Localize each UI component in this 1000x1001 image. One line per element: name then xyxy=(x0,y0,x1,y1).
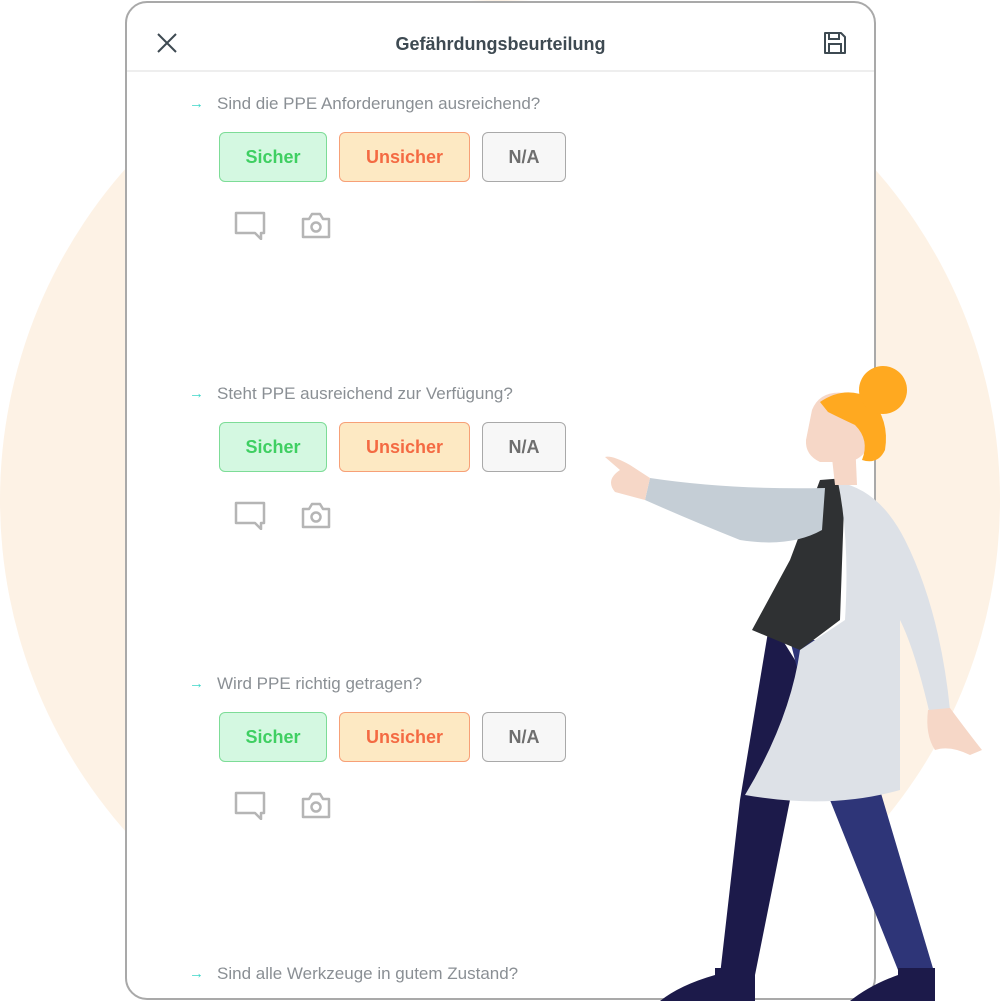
safe-button[interactable]: Sicher xyxy=(219,422,327,472)
unsafe-button[interactable]: Unsicher xyxy=(339,132,470,182)
header: Gefährdungsbeurteilung xyxy=(127,3,874,72)
arrow-right-icon: → xyxy=(189,385,204,402)
arrow-right-icon: → xyxy=(189,675,204,692)
safe-button[interactable]: Sicher xyxy=(219,712,327,762)
comment-icon[interactable] xyxy=(234,210,266,240)
na-button[interactable]: N/A xyxy=(482,132,566,182)
comment-icon[interactable] xyxy=(234,500,266,530)
camera-icon[interactable] xyxy=(300,210,332,240)
unsafe-button[interactable]: Unsicher xyxy=(339,422,470,472)
camera-icon[interactable] xyxy=(300,790,332,820)
arrow-right-icon: → xyxy=(189,965,204,982)
save-icon[interactable] xyxy=(822,30,848,56)
unsafe-button[interactable]: Unsicher xyxy=(339,712,470,762)
safe-button[interactable]: Sicher xyxy=(219,132,327,182)
arrow-right-icon: → xyxy=(189,95,204,112)
page-title: Gefährdungsbeurteilung xyxy=(395,34,606,54)
question-text: Sind die PPE Anforderungen ausreichend? xyxy=(217,94,541,113)
person-illustration xyxy=(605,366,982,1001)
camera-icon[interactable] xyxy=(300,500,332,530)
na-button[interactable]: N/A xyxy=(482,712,566,762)
comment-icon[interactable] xyxy=(234,790,266,820)
question-text: Steht PPE ausreichend zur Verfügung? xyxy=(217,384,513,403)
question-text: Sind alle Werkzeuge in gutem Zustand? xyxy=(217,964,519,983)
na-button[interactable]: N/A xyxy=(482,422,566,472)
question-text: Wird PPE richtig getragen? xyxy=(217,674,423,693)
